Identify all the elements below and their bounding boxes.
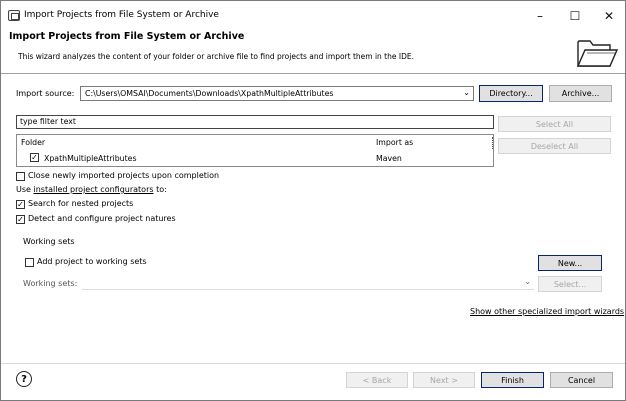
project-row-checkbox[interactable]: ✓ (30, 153, 39, 162)
title-bar: Import Projects from File System or Arch… (1, 1, 625, 31)
detect-natures-checkbox[interactable]: ✓ (16, 215, 25, 224)
import-source-label: Import source: (16, 89, 75, 98)
working-sets-section-label: Working sets (23, 237, 75, 246)
search-nested-checkbox[interactable]: ✓ (16, 200, 25, 209)
open-folder-icon (576, 40, 619, 67)
close-projects-label[interactable]: Close newly imported projects upon compl… (28, 171, 219, 180)
deselect-all-button[interactable]: Deselect All (498, 138, 611, 154)
select-all-button[interactable]: Select All (498, 116, 611, 132)
cancel-button[interactable]: Cancel (550, 372, 613, 388)
project-import-as: Maven (376, 154, 402, 163)
finish-button[interactable]: Finish (481, 372, 544, 388)
detect-natures-label[interactable]: Detect and configure project natures (28, 214, 176, 223)
projects-table: Folder Import as ✓ XpathMultipleAttribut… (16, 134, 494, 167)
working-sets-combo[interactable]: ⌄ (82, 276, 534, 290)
close-projects-checkbox[interactable] (16, 172, 25, 181)
use-prefix: Use (16, 185, 31, 194)
next-button[interactable]: Next > (413, 372, 475, 388)
footer-separator (1, 363, 625, 364)
import-source-value: C:\Users\OMSAI\Documents\Downloads\Xpath… (85, 89, 334, 98)
filter-placeholder: type filter text (20, 117, 76, 126)
window-title: Import Projects from File System or Arch… (24, 10, 219, 20)
use-suffix: to: (156, 185, 167, 194)
close-button[interactable]: ✕ (596, 5, 622, 27)
column-header-folder[interactable]: Folder (21, 138, 45, 147)
add-to-working-sets-checkbox[interactable] (25, 258, 34, 267)
maximize-button[interactable]: ☐ (562, 5, 588, 27)
archive-button[interactable]: Archive... (549, 85, 612, 102)
help-icon[interactable]: ? (16, 371, 32, 387)
show-other-wizards-link[interactable]: Show other specialized import wizards (470, 307, 624, 316)
header-separator (1, 73, 625, 74)
wizard-description: This wizard analyzes the content of your… (18, 52, 414, 61)
use-configurators-line: Use installed project configurators to: (16, 185, 167, 194)
wizard-title: Import Projects from File System or Arch… (9, 31, 245, 42)
chevron-down-icon[interactable]: ⌄ (463, 88, 470, 97)
filter-input[interactable]: type filter text (16, 115, 494, 129)
search-nested-label[interactable]: Search for nested projects (28, 199, 133, 208)
directory-button[interactable]: Directory... (479, 85, 543, 102)
minimize-button[interactable]: – (527, 5, 553, 27)
chevron-down-icon[interactable]: ⌄ (524, 277, 531, 286)
column-separator (492, 137, 493, 149)
installed-configurators-link[interactable]: installed project configurators (34, 185, 154, 194)
select-working-sets-button[interactable]: Select... (538, 276, 602, 292)
back-button[interactable]: < Back (346, 372, 408, 388)
app-window-icon (8, 10, 20, 21)
column-header-import-as[interactable]: Import as (376, 138, 413, 147)
add-to-working-sets-label[interactable]: Add project to working sets (37, 257, 147, 266)
import-source-combo[interactable]: C:\Users\OMSAI\Documents\Downloads\Xpath… (80, 86, 474, 101)
new-working-set-button[interactable]: New... (538, 255, 602, 271)
working-sets-label: Working sets: (23, 279, 78, 288)
import-projects-dialog: Import Projects from File System or Arch… (0, 0, 626, 401)
project-folder-name[interactable]: XpathMultipleAttributes (44, 154, 137, 163)
